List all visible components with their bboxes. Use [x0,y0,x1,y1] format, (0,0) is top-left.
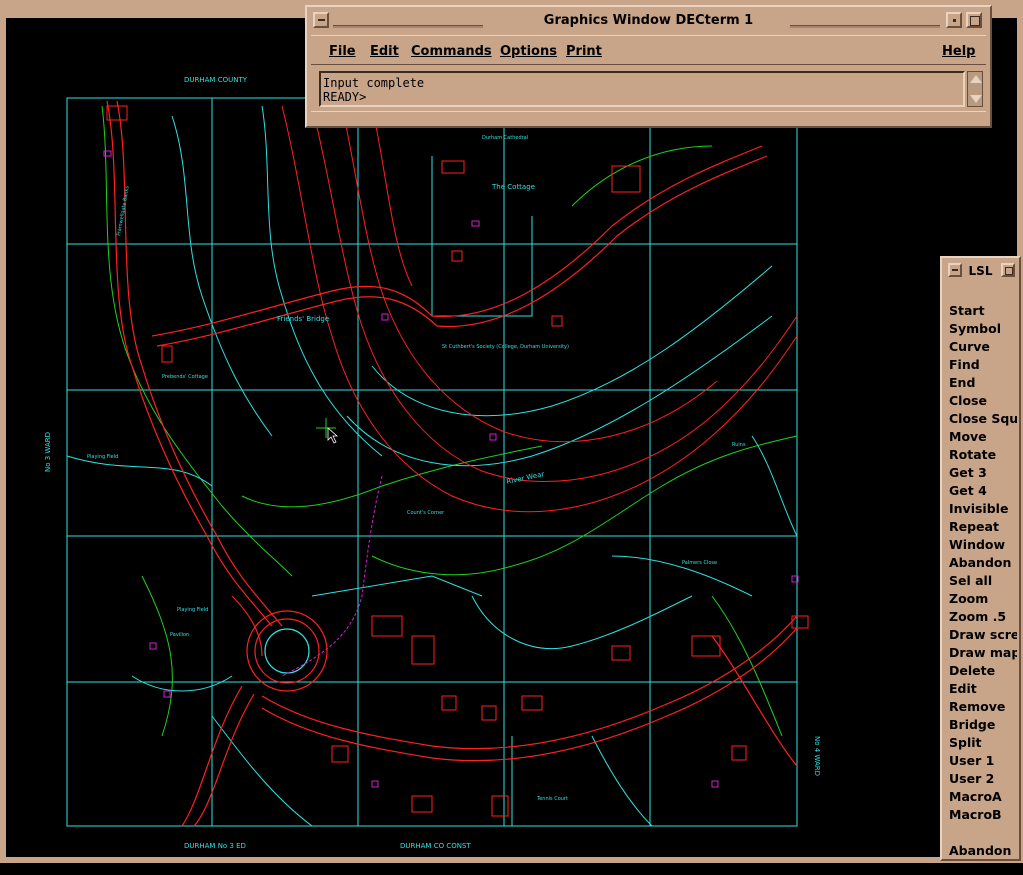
map-bottom-label-right: DURHAM CO CONST [400,842,471,850]
lsl-item-get-4[interactable]: Get 4 [949,482,1017,500]
lsl-maximize-button[interactable] [1001,263,1015,277]
maximize-button[interactable] [966,12,982,28]
lsl-item-user-2[interactable]: User 2 [949,770,1017,788]
menu-commands[interactable]: Commands [411,44,492,59]
map-label: River Wear [506,470,545,486]
title-rule [790,25,940,28]
lsl-item-macro-a[interactable]: MacroA [949,788,1017,806]
map-label: Durham Cathedral [482,135,528,141]
contours [66,105,798,827]
lsl-menu-window: LSL Start Symbol Curve Find End Close Cl… [940,256,1021,861]
decterm-titlebar[interactable]: Graphics Window DECterm 1 [309,9,988,31]
scroll-up-icon[interactable] [970,75,982,83]
map-label: Playing Field [177,607,208,613]
lsl-item-get-3[interactable]: Get 3 [949,464,1017,482]
map-canvas[interactable]: DURHAM COUNTY No 3 WARD No 4 WARD DURHAM… [12,36,1023,875]
roundabout [246,610,328,692]
map-label: Framwellgate Banks [116,185,131,236]
lsl-item-edit[interactable]: Edit [949,680,1017,698]
menu-file-label: File [329,44,356,59]
lsl-title: LSL [968,264,993,278]
map-bottom-label-left: DURHAM No 3 ED [184,842,246,850]
menu-edit-label: Edit [370,44,399,59]
lsl-item-zoom-half[interactable]: Zoom .5 [949,608,1017,626]
map-right-label: No 4 WARD [813,736,821,776]
footpath [281,475,383,677]
menu-help-label: Help [942,44,976,59]
window-menu-icon [318,19,325,21]
menu-commands-label: Commands [411,44,492,59]
map-label: Palmers Close [682,560,717,566]
menu-file[interactable]: File [329,44,356,59]
maximize-icon [970,16,980,26]
map-top-label: DURHAM COUNTY [184,76,248,84]
map-label: Tennis Court [536,796,568,802]
window-menu-button[interactable] [313,12,329,28]
map-label: Prebends' Cottage [162,374,208,380]
terminal-line: Input complete [323,76,425,90]
lsl-item-abandon-footer[interactable]: Abandon [949,842,1017,860]
lsl-item-window[interactable]: Window [949,536,1017,554]
crosshair-cursor-icon [316,418,339,444]
lsl-item-invisible[interactable]: Invisible [949,500,1017,518]
lsl-item-draw-map[interactable]: Draw map [949,644,1017,662]
lsl-item-split[interactable]: Split [949,734,1017,752]
window-menu-icon [952,269,958,271]
map-label: Ruins [732,442,746,448]
minimize-button[interactable] [946,12,962,28]
map-label: Friends' Bridge [277,315,329,323]
menu-options-label: Options [500,44,557,59]
menu-edit[interactable]: Edit [370,44,399,59]
minimize-icon [953,19,956,22]
lsl-item-select-all[interactable]: Sel all [949,572,1017,590]
graphics-window: DURHAM COUNTY No 3 WARD No 4 WARD DURHAM… [0,0,1023,863]
lsl-item-curve[interactable]: Curve [949,338,1017,356]
decterm-window: Graphics Window DECterm 1 File Edit Comm… [305,5,992,128]
lsl-item-delete[interactable]: Delete [949,662,1017,680]
map-label: Pavilion [170,632,189,638]
terminal-output[interactable]: Input complete READY> [319,71,965,107]
lsl-item-abandon[interactable]: Abandon [949,554,1017,572]
lsl-item-symbol[interactable]: Symbol [949,320,1017,338]
lsl-item-repeat[interactable]: Repeat [949,518,1017,536]
lsl-item-end[interactable]: End [949,374,1017,392]
map-left-label: No 3 WARD [44,432,52,472]
terminal-scrollbar[interactable] [967,71,983,107]
menu-print-label: Print [566,44,602,59]
scroll-down-icon[interactable] [970,95,982,103]
maximize-icon [1005,267,1013,275]
roads [106,100,798,827]
menu-print[interactable]: Print [566,44,602,59]
lsl-item-bridge[interactable]: Bridge [949,716,1017,734]
map-label: Count's Corner [407,510,445,516]
lsl-item-macro-b[interactable]: MacroB [949,806,1017,824]
lsl-item-zoom[interactable]: Zoom [949,590,1017,608]
menu-options[interactable]: Options [500,44,557,59]
decterm-menubar: File Edit Commands Options Print Help [311,35,986,65]
title-rule [333,25,483,28]
menu-help[interactable]: Help [942,44,975,59]
lsl-item-remove[interactable]: Remove [949,698,1017,716]
lsl-titlebar[interactable]: LSL [944,260,1017,282]
decterm-title: Graphics Window DECterm 1 [543,12,754,28]
map-label: Playing Field [87,454,118,460]
lsl-command-list: Start Symbol Curve Find End Close Close … [949,302,1017,859]
lsl-item-close[interactable]: Close [949,392,1017,410]
lsl-item-move[interactable]: Move [949,428,1017,446]
lsl-item-user-1[interactable]: User 1 [949,752,1017,770]
terminal-prompt: READY> [323,90,367,104]
lsl-window-menu-button[interactable] [948,263,962,277]
lsl-item-find[interactable]: Find [949,356,1017,374]
green-paths [101,105,798,737]
lsl-spacer [949,824,1017,842]
lsl-item-rotate[interactable]: Rotate [949,446,1017,464]
lsl-item-start[interactable]: Start [949,302,1017,320]
lsl-item-close-square[interactable]: Close Squ [949,410,1017,428]
lsl-item-draw-screen[interactable]: Draw scre [949,626,1017,644]
decterm-status-strip [311,111,986,122]
map-label: The Cottage [491,183,535,191]
map-label: St Cuthbert's Society (College, Durham U… [442,344,569,350]
